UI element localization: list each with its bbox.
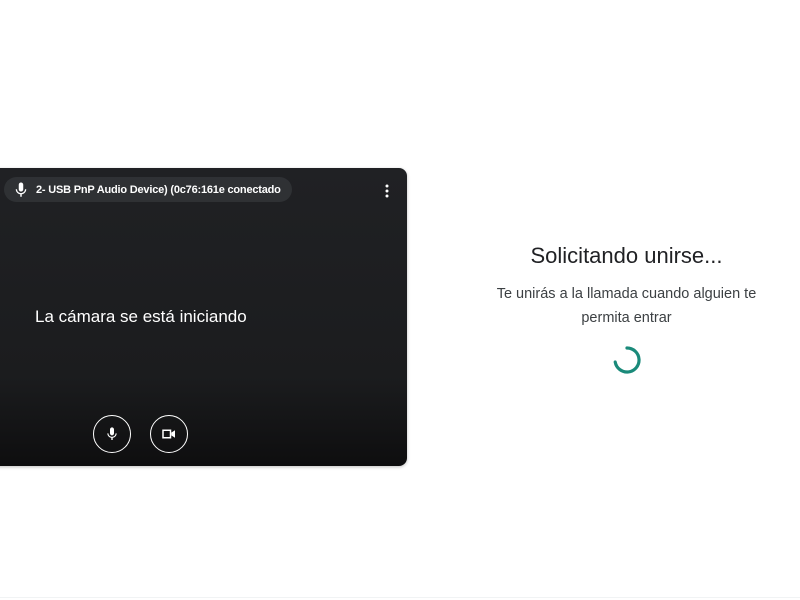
more-vert-icon — [377, 181, 397, 206]
microphone-icon — [12, 181, 30, 199]
camera-preview: 2- USB PnP Audio Device) (0c76:161e cone… — [0, 168, 407, 466]
meeting-join-page: 2- USB PnP Audio Device) (0c76:161e cone… — [0, 0, 800, 600]
videocam-icon — [160, 425, 178, 443]
microphone-device-status: 2- USB PnP Audio Device) (0c76:161e cone… — [36, 183, 281, 196]
join-status-message: Te unirás a la llamada cuando alguien te… — [496, 286, 757, 326]
camera-status-text: La cámara se está iniciando — [35, 307, 247, 326]
join-status-title: Solicitando unirse... — [530, 243, 723, 268]
loading-spinner-icon — [611, 344, 643, 376]
toggle-camera-button[interactable] — [150, 415, 188, 453]
divider — [0, 597, 800, 598]
join-status-panel: Solicitando unirse... Te unirás a la lla… — [453, 236, 800, 376]
microphone-device-chip: 2- USB PnP Audio Device) (0c76:161e cone… — [4, 177, 292, 202]
more-options-button[interactable] — [374, 180, 400, 206]
microphone-icon — [104, 426, 120, 442]
toggle-microphone-button[interactable] — [93, 415, 131, 453]
